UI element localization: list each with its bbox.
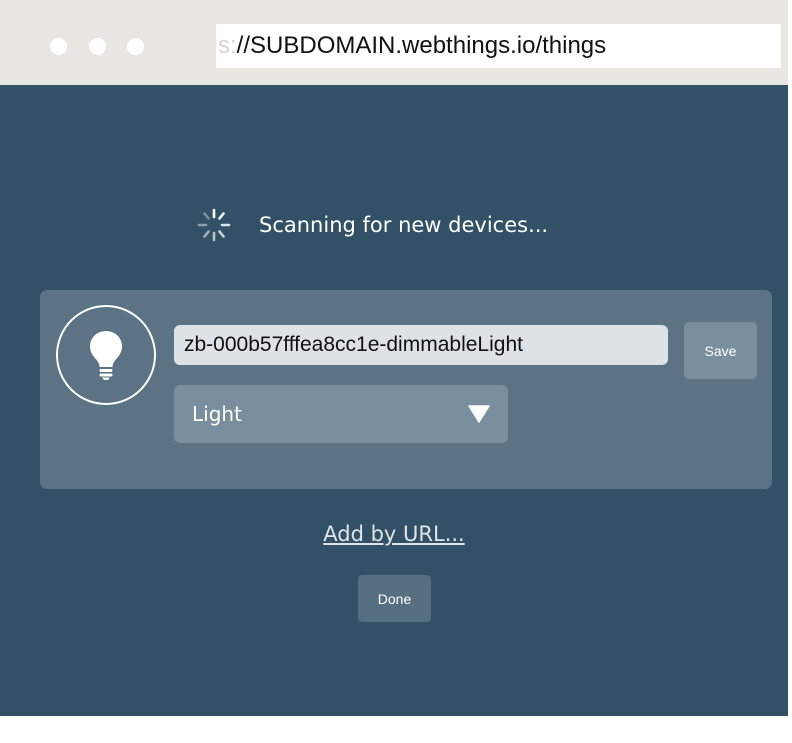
done-button[interactable]: Done (358, 575, 431, 622)
spinner-icon (197, 208, 231, 242)
lightbulb-icon (90, 331, 122, 380)
browser-window: s://SUBDOMAIN.webthings.io/things Scanni… (0, 0, 788, 716)
device-type-select[interactable]: Light (174, 385, 508, 443)
device-name-input[interactable] (174, 325, 668, 365)
device-type-selected: Light (192, 402, 242, 426)
scan-status-text: Scanning for new devices... (259, 213, 549, 237)
new-device-card: Save Light (40, 290, 772, 489)
browser-toolbar: s://SUBDOMAIN.webthings.io/things (0, 0, 788, 85)
window-maximize-dot[interactable] (127, 38, 144, 55)
window-close-dot[interactable] (50, 38, 67, 55)
url-text: //SUBDOMAIN.webthings.io/things (236, 32, 607, 59)
add-by-url-link[interactable]: Add by URL... (0, 522, 788, 546)
save-button[interactable]: Save (684, 322, 757, 379)
address-bar[interactable]: s://SUBDOMAIN.webthings.io/things (216, 24, 781, 68)
add-things-screen: Scanning for new devices... Save Light (0, 85, 788, 716)
url-scheme: s: (218, 32, 237, 59)
device-icon-badge (56, 305, 156, 405)
chevron-down-icon (468, 405, 490, 423)
scan-status: Scanning for new devices... (197, 205, 548, 245)
window-minimize-dot[interactable] (89, 38, 106, 55)
